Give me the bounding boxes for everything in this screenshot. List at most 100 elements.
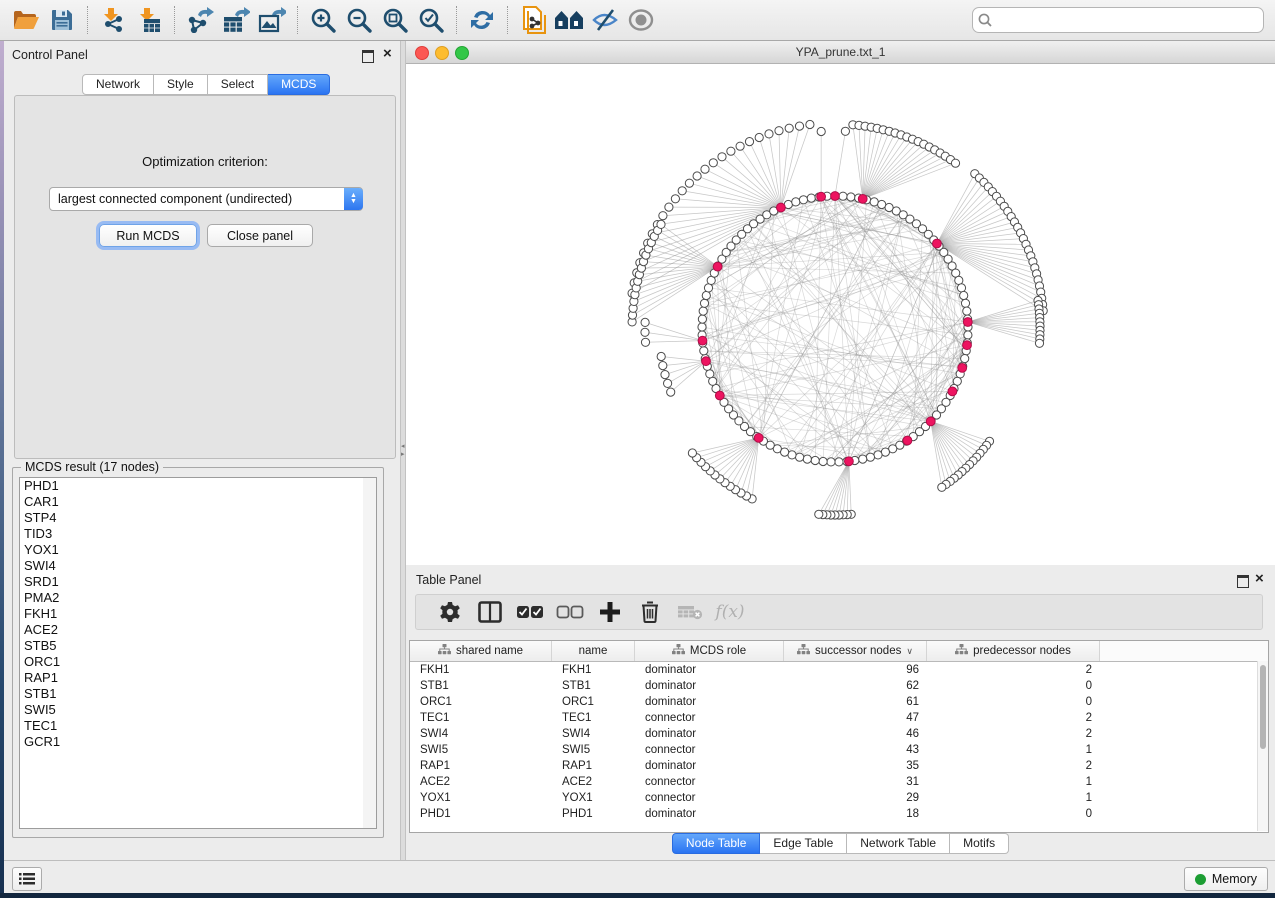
mcds-result-item[interactable]: TID3	[20, 526, 364, 542]
table-row[interactable]: TEC1TEC1connector472	[410, 710, 1268, 726]
table-scrollbar-thumb[interactable]	[1260, 665, 1266, 749]
cell[interactable]: TEC1	[552, 710, 635, 726]
table-row[interactable]: ACE2ACE2connector311	[410, 774, 1268, 790]
cell[interactable]: ACE2	[552, 774, 635, 790]
cell[interactable]: 62	[784, 678, 927, 694]
cell[interactable]: YOX1	[410, 790, 552, 806]
cell[interactable]: 43	[784, 742, 927, 758]
table-tab-edge-table[interactable]: Edge Table	[760, 833, 847, 854]
cell[interactable]: 1	[927, 774, 1100, 790]
cell[interactable]: STB1	[552, 678, 635, 694]
column-header-shared-name[interactable]: shared name	[410, 641, 552, 661]
show-column-icon[interactable]	[470, 597, 510, 627]
splitter-collapse-icon[interactable]: ◂▸	[401, 443, 405, 459]
hide-graphics-details-icon[interactable]	[587, 4, 623, 36]
mcds-result-item[interactable]: TEC1	[20, 718, 364, 734]
mcds-result-item[interactable]: RAP1	[20, 670, 364, 686]
cell[interactable]: 61	[784, 694, 927, 710]
cell[interactable]: connector	[635, 774, 784, 790]
deselect-all-rows-icon[interactable]	[550, 597, 590, 627]
import-table-icon[interactable]	[131, 4, 167, 36]
mcds-result-list[interactable]: PHD1CAR1STP4TID3YOX1SWI4SRD1PMA2FKH1ACE2…	[19, 477, 365, 829]
cell[interactable]: SWI4	[552, 726, 635, 742]
table-row[interactable]: FKH1FKH1dominator962	[410, 662, 1268, 678]
table-tab-motifs[interactable]: Motifs	[950, 833, 1009, 854]
cell[interactable]: PHD1	[552, 806, 635, 822]
mcds-result-item[interactable]: CAR1	[20, 494, 364, 510]
column-header-name[interactable]: name	[552, 641, 635, 661]
cell[interactable]: ORC1	[410, 694, 552, 710]
cell[interactable]: 47	[784, 710, 927, 726]
cell[interactable]: 2	[927, 662, 1100, 678]
mcds-result-item[interactable]: PHD1	[20, 478, 364, 494]
cell[interactable]: 31	[784, 774, 927, 790]
column-settings-icon[interactable]	[430, 597, 470, 627]
new-network-from-selection-icon[interactable]	[515, 4, 551, 36]
birds-eye-view-icon[interactable]	[551, 4, 587, 36]
mcds-result-item[interactable]: STB5	[20, 638, 364, 654]
cell[interactable]: dominator	[635, 806, 784, 822]
cell[interactable]: SWI5	[410, 742, 552, 758]
close-panel-icon[interactable]: ×	[383, 45, 392, 63]
cell[interactable]: 2	[927, 710, 1100, 726]
table-scrollbar[interactable]	[1257, 661, 1268, 831]
cell[interactable]: 46	[784, 726, 927, 742]
cell[interactable]: PHD1	[410, 806, 552, 822]
search-box[interactable]	[972, 7, 1264, 33]
mcds-result-item[interactable]: SRD1	[20, 574, 364, 590]
cell[interactable]: FKH1	[552, 662, 635, 678]
control-tab-network[interactable]: Network	[82, 74, 154, 95]
network-graph-canvas[interactable]	[406, 64, 1275, 565]
cell[interactable]: STB1	[410, 678, 552, 694]
memory-button[interactable]: Memory	[1184, 867, 1268, 891]
close-panel-button[interactable]: Close panel	[207, 224, 313, 247]
search-input[interactable]	[995, 10, 1263, 30]
cell[interactable]: SWI4	[410, 726, 552, 742]
mcds-list-scrollbar[interactable]	[363, 477, 377, 829]
mcds-result-item[interactable]: SWI5	[20, 702, 364, 718]
cell[interactable]: 0	[927, 678, 1100, 694]
zoom-in-icon[interactable]	[305, 4, 341, 36]
column-header-MCDS-role[interactable]: MCDS role	[635, 641, 784, 661]
delete-selected-rows-icon[interactable]	[630, 597, 670, 627]
cell[interactable]: RAP1	[410, 758, 552, 774]
network-window-titlebar[interactable]: YPA_prune.txt_1	[406, 41, 1275, 64]
table-row[interactable]: RAP1RAP1dominator352	[410, 758, 1268, 774]
cell[interactable]: dominator	[635, 662, 784, 678]
cell[interactable]: RAP1	[552, 758, 635, 774]
table-tab-network-table[interactable]: Network Table	[847, 833, 950, 854]
function-builder-icon[interactable]: f(x)	[710, 597, 750, 627]
table-row[interactable]: STB1STB1dominator620	[410, 678, 1268, 694]
table-row[interactable]: PHD1PHD1dominator180	[410, 806, 1268, 822]
column-header-predecessor-nodes[interactable]: predecessor nodes	[927, 641, 1100, 661]
mcds-result-item[interactable]: FKH1	[20, 606, 364, 622]
mcds-result-item[interactable]: SWI4	[20, 558, 364, 574]
mcds-result-item[interactable]: ORC1	[20, 654, 364, 670]
show-graphics-details-icon[interactable]	[623, 4, 659, 36]
cell[interactable]: 96	[784, 662, 927, 678]
control-tab-style[interactable]: Style	[154, 74, 208, 95]
cell[interactable]: ORC1	[552, 694, 635, 710]
cell[interactable]: dominator	[635, 758, 784, 774]
cell[interactable]: 2	[927, 758, 1100, 774]
add-row-icon[interactable]	[590, 597, 630, 627]
mcds-result-item[interactable]: PMA2	[20, 590, 364, 606]
select-all-rows-icon[interactable]	[510, 597, 550, 627]
optimization-criterion-select[interactable]: largest connected component (undirected)…	[49, 187, 363, 211]
table-row[interactable]: ORC1ORC1dominator610	[410, 694, 1268, 710]
export-image-icon[interactable]	[254, 4, 290, 36]
run-mcds-button[interactable]: Run MCDS	[99, 224, 197, 247]
import-network-icon[interactable]	[95, 4, 131, 36]
cell[interactable]: SWI5	[552, 742, 635, 758]
cell[interactable]: 35	[784, 758, 927, 774]
mcds-result-item[interactable]: STB1	[20, 686, 364, 702]
table-row[interactable]: SWI5SWI5connector431	[410, 742, 1268, 758]
column-header-successor-nodes[interactable]: successor nodes∨	[784, 641, 927, 661]
mcds-result-item[interactable]: GCR1	[20, 734, 364, 750]
mcds-result-item[interactable]: YOX1	[20, 542, 364, 558]
cell[interactable]: connector	[635, 790, 784, 806]
cell[interactable]: 0	[927, 694, 1100, 710]
zoom-out-icon[interactable]	[341, 4, 377, 36]
cell[interactable]: connector	[635, 742, 784, 758]
save-session-icon[interactable]	[44, 4, 80, 36]
